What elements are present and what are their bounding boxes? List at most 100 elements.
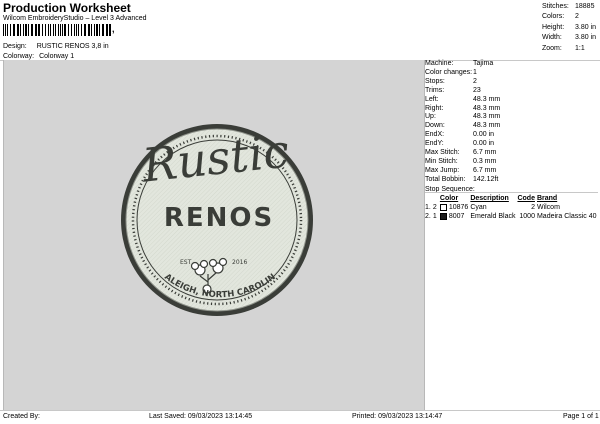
- patch-group: Rustic RENOS EST 2016 RALEIGH, NORTH CAR…: [4, 60, 313, 316]
- barcode-bar: [99, 24, 100, 36]
- info-row: Stops: 2: [425, 78, 598, 87]
- table-header-row: # N Color Description Code Brand: [424, 194, 598, 203]
- row-description: Emerald Black: [470, 213, 516, 220]
- barcode-bar: [31, 24, 33, 36]
- barcode-bar: [96, 24, 98, 36]
- design-row: Design: RUSTIC RENOS 3,8 in: [3, 43, 109, 50]
- info-label: Left:: [425, 95, 439, 103]
- info-value: 142.12ft: [473, 175, 499, 183]
- stat-zoom: Zoom: 1:1: [542, 44, 585, 52]
- row-code: 1000: [519, 213, 535, 220]
- info-row: Min Stitch: 0.3 mm: [425, 158, 598, 167]
- barcode-bar: [48, 24, 49, 36]
- colorway-label: Colorway:: [3, 53, 35, 60]
- barcode-bar: [45, 24, 46, 36]
- barcode-bar: [28, 24, 29, 36]
- stat-width: Width: 3.80 in: [542, 34, 597, 42]
- page-title: Production Worksheet: [3, 1, 131, 15]
- barcode-bar: [76, 24, 77, 36]
- stat-stitches: Stitches: 18885: [542, 3, 595, 10]
- design-label: Design:: [3, 43, 27, 50]
- row-brand: Madeira Classic 40: [536, 213, 597, 220]
- info-label: Max Stitch:: [425, 149, 460, 157]
- colorway-value: Colorway 1: [39, 53, 75, 60]
- colorway-row: Colorway: Colorway 1: [3, 53, 74, 60]
- footer-page: Page 1 of 1: [563, 413, 599, 420]
- footer-divider: [0, 410, 600, 411]
- info-label: EndX:: [425, 131, 445, 139]
- footer-printed: Printed: 09/03/2023 13:14:47: [352, 413, 443, 420]
- info-row: Machine: Tajima: [425, 60, 598, 69]
- footer-last-saved: Last Saved: 09/03/2023 13:14:45: [149, 413, 253, 420]
- row-color: 8007: [439, 212, 469, 221]
- software-subtitle: Wilcom EmbroideryStudio – Level 3 Advanc…: [3, 15, 147, 22]
- info-row: Max Stitch: 6.7 mm: [425, 149, 598, 158]
- machine-info: Machine: Tajima Color changes: 1 Stops: 2 Trim…: [425, 60, 598, 185]
- row-brand: Wilcom: [536, 204, 560, 211]
- info-label: Trims:: [425, 86, 445, 94]
- barcode-bar: [3, 24, 4, 36]
- info-label: Stops:: [425, 77, 445, 85]
- barcode-bar: [25, 24, 27, 36]
- info-row: Max Jump: 6.7 mm: [425, 167, 598, 176]
- barcode-bar: [88, 24, 90, 36]
- info-label: Machine:: [425, 60, 454, 67]
- barcode-tail: ,: [112, 24, 115, 34]
- est-label: EST: [180, 259, 192, 266]
- col-brand: Brand: [536, 195, 558, 202]
- info-row: Right: 48.3 mm: [425, 105, 598, 114]
- barcode-bar: [5, 24, 6, 36]
- row-description: Cyan: [470, 204, 487, 211]
- barcode-bar: [84, 24, 86, 36]
- info-row: Total Bobbin: 142.12ft: [425, 176, 598, 185]
- barcode-bar: [55, 24, 56, 36]
- row-index: 2.: [425, 213, 431, 220]
- info-label: Down:: [425, 122, 445, 130]
- color-code: 10876: [448, 204, 469, 211]
- row-color: 10876: [439, 203, 469, 212]
- info-row: Trims: 23: [425, 87, 598, 96]
- col-index: #: [424, 194, 432, 203]
- stop-sequence-table: # N Color Description Code Brand 1. 2 10…: [424, 194, 598, 221]
- stop-sequence-divider: [425, 192, 598, 193]
- design-preview[interactable]: Rustic RENOS EST 2016 RALEIGH, NORTH CAR…: [3, 60, 425, 410]
- row-n: 2: [432, 204, 437, 211]
- info-row: EndX: 0.00 in: [425, 131, 598, 140]
- info-label: Up:: [425, 113, 436, 121]
- col-code: Code: [517, 195, 535, 202]
- info-row: EndY: 0.00 in: [425, 140, 598, 149]
- row-n: 1: [432, 213, 437, 220]
- barcode-bar: [62, 24, 63, 36]
- est-year: 2016: [232, 259, 247, 266]
- info-row: Color changes: 1: [425, 69, 598, 78]
- info-label: Total Bobbin:: [425, 175, 466, 183]
- barcode-bar: [17, 24, 19, 36]
- barcode-bar: [71, 24, 72, 36]
- barcode-bar: [20, 24, 21, 36]
- info-value: 48.3 mm: [473, 104, 501, 112]
- info-value: Tajima: [473, 60, 494, 67]
- table-row: 2. 1 8007 Emerald Black 1000 Madeira Cla…: [424, 212, 598, 221]
- barcode-bar: [35, 24, 37, 36]
- table-row: 1. 2 10876 Cyan 2 Wilcom: [424, 203, 598, 212]
- col-description: Description: [470, 195, 509, 202]
- barcode-bar: [81, 24, 82, 36]
- barcode-bar: [38, 24, 40, 36]
- info-value: 48.3 mm: [473, 113, 501, 121]
- info-label: EndY:: [425, 140, 444, 148]
- barcode-bar: [23, 24, 24, 36]
- info-label: Max Jump:: [425, 166, 460, 174]
- info-value: 6.7 mm: [473, 149, 497, 157]
- barcode: [3, 24, 111, 36]
- color-code: 8007: [448, 213, 465, 220]
- design-value: RUSTIC RENOS 3,8 in: [36, 43, 109, 50]
- barcode-bar: [78, 24, 79, 36]
- barcode-bar: [109, 24, 111, 36]
- info-value: 48.3 mm: [473, 95, 501, 103]
- barcode-bar: [60, 24, 61, 36]
- info-row: Down: 48.3 mm: [425, 122, 598, 131]
- info-value: 6.7 mm: [473, 166, 497, 174]
- barcode-bar: [7, 24, 8, 36]
- block-word: RENOS: [164, 203, 274, 233]
- info-value: 2: [473, 77, 477, 85]
